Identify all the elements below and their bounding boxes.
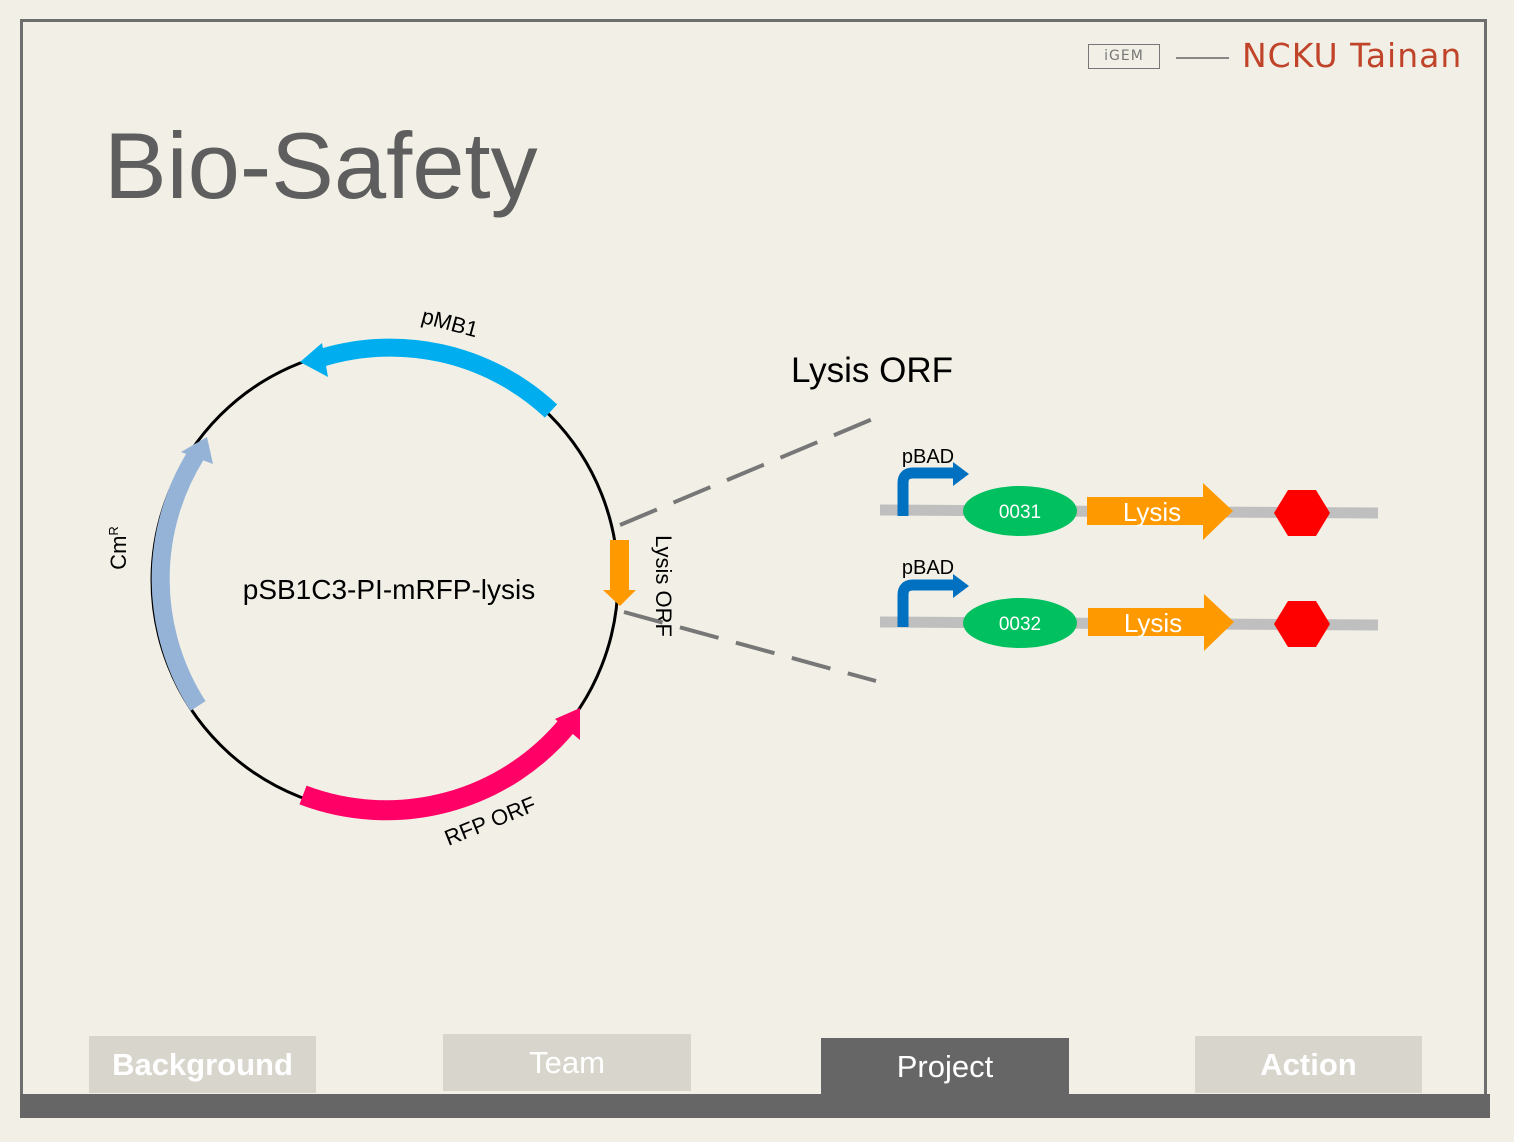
lysis-segment <box>610 540 629 592</box>
construct-2: pBAD 0032 Lysis <box>879 557 1379 651</box>
terminator-hexagon <box>1274 490 1330 536</box>
gene-label: Lysis <box>1124 608 1182 638</box>
promoter-arrowhead <box>953 462 969 486</box>
plasmid-name: pSB1C3-PI-mRFP-lysis <box>243 574 535 605</box>
cmr-arc <box>151 450 206 711</box>
nav-background-button[interactable]: Background <box>89 1036 316 1093</box>
pmb1-arc <box>312 338 558 418</box>
construct-1: pBAD 0031 Lysis <box>879 446 1379 540</box>
cmr-label-main: Cm <box>106 536 131 570</box>
promoter-label: pBAD <box>902 557 954 579</box>
nav-action-button[interactable]: Action <box>1195 1036 1422 1093</box>
promoter-label: pBAD <box>902 446 954 468</box>
promoter-arrowhead <box>953 574 969 598</box>
rbs-label: 0031 <box>999 502 1041 523</box>
lysis-arrowhead <box>603 590 636 606</box>
plasmid-diagram: pMB1 CmR RFP ORF Lysis ORF pSB1C3-PI-mRF… <box>106 303 1379 851</box>
terminator-hexagon <box>1274 601 1330 647</box>
zoom-title: Lysis ORF <box>791 351 953 390</box>
cmr-label-sup: R <box>106 526 121 535</box>
zoom-line-bottom <box>623 610 877 683</box>
nav-project-button[interactable]: Project <box>821 1038 1069 1095</box>
nav-team-button[interactable]: Team <box>443 1034 691 1091</box>
pmb1-label: pMB1 <box>419 303 481 342</box>
bottom-bar <box>20 1094 1490 1118</box>
gene-label: Lysis <box>1123 497 1181 527</box>
rbs-label: 0032 <box>999 614 1041 635</box>
cmr-label: CmR <box>106 526 131 570</box>
zoom-line-top <box>619 416 876 527</box>
